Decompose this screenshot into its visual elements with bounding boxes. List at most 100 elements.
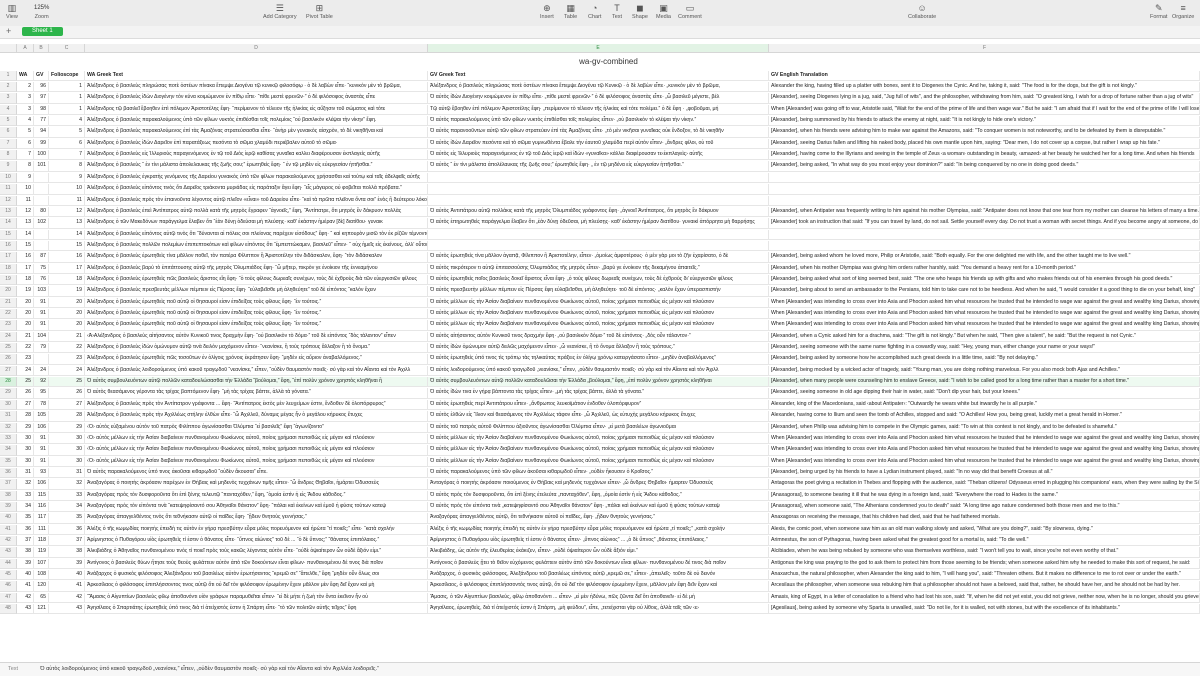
row-header[interactable]: 5 — [0, 116, 17, 127]
cell-wa[interactable]: 29 — [17, 422, 34, 432]
row-header[interactable]: 40 — [0, 513, 17, 524]
cell-gv-greek-text[interactable]: Ὁ αὐτὸς εἰς Ἰλλυριοὺς παραγενόμενος ἐν τ… — [428, 150, 769, 160]
chart-button[interactable]: ◔ Chart — [588, 3, 601, 20]
row-header[interactable]: 28 — [0, 377, 17, 388]
cell-gv-greek-text[interactable]: Ἀνταγόρας ὁ ποιητὴς ἀκρόασιν ποιούμενος … — [428, 479, 769, 489]
sheet-tab-active[interactable]: Sheet 1 — [22, 27, 63, 36]
cell-gv-english-translation[interactable]: Amasis, king of Egypt, in a letter of co… — [769, 592, 1200, 603]
cell-gv-greek-text[interactable]: Ὁ αὐτὸς ἐλθὼν εἰς Ἴλιον καὶ θεασάμενος τ… — [428, 411, 769, 421]
cell-folioscope[interactable]: 32 — [49, 479, 85, 489]
cell-wa[interactable]: 21 — [17, 331, 34, 342]
cell-gv-greek-text[interactable]: Ἀλέξις ὁ τῆς κωμῳδίας ποιητὴς ἐπειδὴ τις… — [428, 524, 769, 535]
row-header[interactable]: 3 — [0, 93, 17, 104]
cell-gv[interactable]: 117 — [34, 513, 49, 523]
cell-gv[interactable]: 78 — [34, 399, 49, 410]
comment-button[interactable]: ▭ Comment — [678, 3, 702, 20]
cell-folioscope[interactable]: 24 — [49, 365, 85, 376]
cell-gv-english-translation[interactable]: Alexander, having come to Ilium and seen… — [769, 411, 1200, 421]
cell-folioscope[interactable]: 38 — [49, 547, 85, 557]
column-header-d[interactable]: D — [85, 44, 428, 53]
row-header[interactable]: 46 — [0, 581, 17, 592]
cell-gv[interactable]: 99 — [34, 138, 49, 149]
cell-gv[interactable]: 94 — [34, 127, 49, 137]
cell-gv[interactable]: 108 — [34, 570, 49, 580]
cell-folioscope[interactable]: 41 — [49, 581, 85, 591]
cell-wa[interactable]: 3 — [17, 93, 34, 103]
cell-folioscope[interactable]: 1 — [49, 93, 85, 103]
cell-gv-english-translation[interactable]: [Alexander], being mocked by a wicked ac… — [769, 365, 1200, 376]
view-button[interactable]: ▥ View — [6, 3, 18, 20]
cell-gv-greek-text[interactable]: Ὁ αὐτὸς συμβουλευόντων αὐτῷ πολλῶν καταδ… — [428, 377, 769, 387]
row-header[interactable]: 36 — [0, 467, 17, 479]
organize-button[interactable]: ≡ Organize — [1172, 3, 1194, 20]
cell-folioscope[interactable]: 20 — [49, 309, 85, 319]
cell-wa-greek-text[interactable]: Ἀλέξανδρος ὁ βασιλεὺς “ ἐν τίνι μάλιστα … — [85, 161, 428, 171]
cell-wa[interactable]: 20 — [17, 320, 34, 330]
cell-gv[interactable]: 118 — [34, 536, 49, 546]
cell-wa-greek-text[interactable]: Ἀλέξανδρος ὁ βασιλεὺς ἐπεὶ Ἀντίπατρος αὐ… — [85, 206, 428, 217]
cell-gv-greek-text[interactable]: Ὁ αὐτὸς παρακαλούμενος ὑπὸ τῶν φίλων νυκ… — [428, 116, 769, 126]
cell-gv[interactable]: 116 — [34, 501, 49, 512]
cell-gv[interactable]: 80 — [34, 206, 49, 217]
row-header[interactable]: 14 — [0, 218, 17, 229]
insert-button[interactable]: ⊕ Insert — [540, 3, 554, 20]
cell-gv-english-translation[interactable]: [Agesilaus], being asked by someone why … — [769, 604, 1200, 614]
cell-gv-english-translation[interactable] — [769, 195, 1200, 205]
cell-wa-greek-text[interactable]: Ἀλέξανδρος ὁ βασιλεὺς πρεσβευτὰς μέλλων … — [85, 286, 428, 296]
cell-wa-greek-text[interactable]: Ἀλέξανδρος ὁ βασιλεὺς παρακαλούμενος ἐπὶ… — [85, 127, 428, 137]
row-header[interactable]: 23 — [0, 320, 17, 331]
cell-gv-greek-text[interactable]: Ἀρκεσίλαος, ὁ φιλόσοφος ἐπιπλήσσοντός τι… — [428, 581, 769, 591]
cell-folioscope[interactable]: 30 — [49, 433, 85, 444]
cell-folioscope[interactable]: 37 — [49, 536, 85, 546]
cell-wa-greek-text[interactable]: Ἀλέξανδρος ὁ βασιλεὺς ἐρωτηθεὶς ποῦ αὐτῷ… — [85, 320, 428, 330]
cell-wa-greek-text[interactable]: Ὁ αὐτὸς παρακαλούμενος ὑπό τινος ἀκοῦσαι… — [85, 467, 428, 478]
cell-gv-english-translation[interactable]: When [Alexander] was intending to cross … — [769, 433, 1200, 444]
cell-gv[interactable]: 79 — [34, 343, 49, 353]
cell-gv[interactable]: 101 — [34, 161, 49, 171]
cell-gv-english-translation[interactable]: [Alexander], when Antipater was frequent… — [769, 206, 1200, 217]
cell-wa[interactable]: 11 — [17, 195, 34, 205]
cell-gv-greek-text[interactable] — [428, 172, 769, 183]
row-header[interactable]: 24 — [0, 331, 17, 343]
cell-wa-greek-text[interactable]: Ἀλέξανδρος ὁ βασιλεὺς ἰδὼν Διογένην τὸν … — [85, 93, 428, 103]
cell-wa[interactable]: 30 — [17, 445, 34, 455]
cell-gv-english-translation[interactable]: When [Alexander] was intending to cross … — [769, 297, 1200, 308]
cell-gv-greek-text[interactable]: Ὁ αὐτὸς ἐπηρωτηθεὶς παράγγελμα ἔλαβεν ὅτ… — [428, 218, 769, 228]
row-header[interactable]: 48 — [0, 604, 17, 615]
cell-folioscope[interactable]: 23 — [49, 354, 85, 364]
row-header[interactable]: 15 — [0, 229, 17, 240]
cell-wa[interactable]: 4 — [17, 116, 34, 126]
cell-gv[interactable] — [34, 184, 49, 194]
cell-folioscope[interactable]: 10 — [49, 184, 85, 194]
add-category-button[interactable]: ☰ Add Category — [263, 3, 297, 20]
cell-wa-greek-text[interactable]: Ἀλέξανδρος ὁ βασιλεὺς εἰς Ἰλλυριοὺς παρα… — [85, 150, 428, 160]
cell-gv[interactable]: 106 — [34, 422, 49, 432]
cell-folioscope[interactable]: 7 — [49, 150, 85, 160]
cell-gv-greek-text[interactable]: Ὁ αὐτὸς ἐρωτηθεὶς περὶ Ἀντιπάτρου εἶπεν·… — [428, 399, 769, 410]
cell-wa-greek-text[interactable]: Ἀλέξανδρος ὁ βασιλεὺς βαρὺ τὸ ἐπιτάττουσ… — [85, 263, 428, 273]
cell-wa-greek-text[interactable]: ‹Ὁ› αὐτὸς μέλλων εἰς τὴν Ἀσίαν διαβαίνει… — [85, 445, 428, 455]
cell-gv[interactable]: 87 — [34, 252, 49, 262]
cell-folioscope[interactable]: 20 — [49, 297, 85, 308]
cell-wa-greek-text[interactable]: Ἀλέξανδρος ὁ βασιλεὺς εἰπόντος τινὸς ὅτι… — [85, 184, 428, 194]
cell-wa[interactable]: 36 — [17, 524, 34, 535]
cell-gv-greek-text[interactable]: Ὁ αὐτὸς πρεσβευτὴν μέλλων πέμπειν εἰς Πέ… — [428, 286, 769, 296]
cell-folioscope[interactable]: 29 — [49, 422, 85, 432]
zoom-button[interactable]: 125% Zoom — [34, 3, 49, 20]
cell-wa[interactable]: 10 — [17, 184, 34, 194]
shape-button[interactable]: ◼ Shape — [632, 3, 648, 20]
cell-gv-english-translation[interactable]: [Alexander], seeing someone in old age d… — [769, 388, 1200, 398]
cell-gv[interactable]: 96 — [34, 82, 49, 92]
cell-wa-greek-text[interactable]: “Ἄμασις ὁ Αἰγυπτίων βασιλεὺς φίλῳ ἀποθαν… — [85, 592, 428, 603]
cell-gv-english-translation[interactable]: When [Alexander] was intending to cross … — [769, 456, 1200, 466]
cell-gv-english-translation[interactable]: [Alexander], being urged by his friends … — [769, 467, 1200, 478]
cell-gv-english-translation[interactable]: [Alexander] took an instruction that sai… — [769, 218, 1200, 228]
cell-gv-greek-text[interactable]: Ὁ αὐτὸς ἰδὼν τινα ἐν γήρᾳ βάπτοντα τὰς τ… — [428, 388, 769, 398]
cell-wa-greek-text[interactable]: Ἀναξαγόρας πρὸς τὸν εἰπόντα τινὰ “κατεψη… — [85, 501, 428, 512]
cell-gv-greek-text[interactable]: Ἄμασις, ὁ τῶν Αἰγυπτίων βασιλεύς, φίλῳ ἀ… — [428, 592, 769, 603]
row-header[interactable]: 31 — [0, 411, 17, 422]
header-wa[interactable]: WA — [17, 71, 34, 81]
cell-wa[interactable]: 16 — [17, 252, 34, 262]
cell-gv-english-translation[interactable]: Arimnestus, the son of Pythagoras, havin… — [769, 536, 1200, 546]
row-header[interactable]: 30 — [0, 399, 17, 411]
